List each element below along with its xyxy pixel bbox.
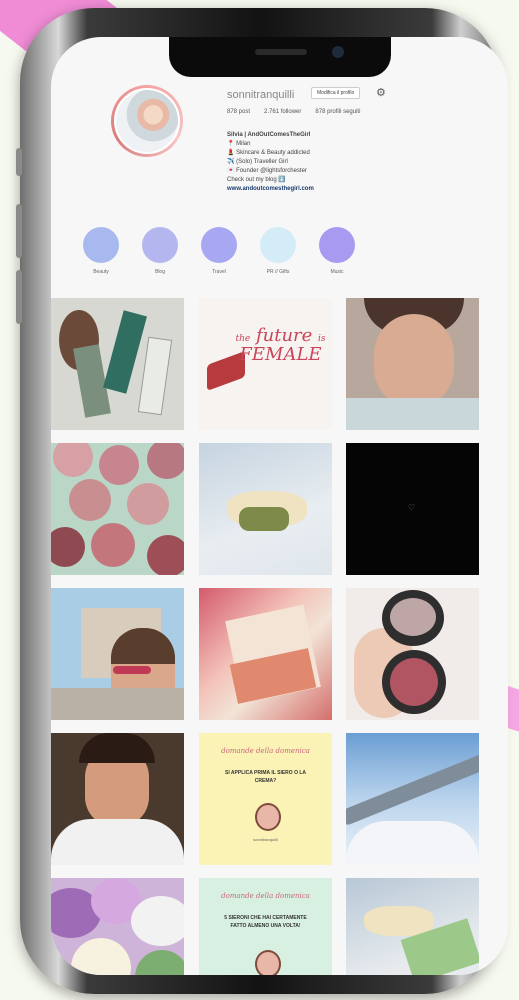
future-word-future: future [255, 325, 313, 346]
post-quiz-serums[interactable]: domande della domenica 5 SIERONI CHE HAI… [199, 878, 332, 975]
highlight-circle [201, 227, 237, 263]
future-word-female: FEMALE [239, 344, 322, 365]
post-quiz-serum-cream[interactable]: domande della domenica SI APPLICA PRIMA … [199, 733, 332, 865]
speaker-icon [255, 49, 307, 55]
highlight-label: Travel [212, 269, 226, 275]
post-skincare-tubes[interactable] [51, 298, 184, 430]
highlight-label: Beauty [93, 269, 109, 275]
post-rome-selfie[interactable] [51, 588, 184, 720]
volume-up-button [16, 204, 22, 258]
highlight-circle [319, 227, 355, 263]
phone-screen: sonnitranquilli Modifica il profilo ⚙ 87… [51, 37, 508, 975]
post-airplane-wing[interactable] [346, 733, 479, 865]
profile-username: sonnitranquilli [227, 89, 295, 101]
follower-count[interactable]: 2.761 follower [264, 109, 301, 115]
future-word-the: the [235, 334, 251, 344]
post-future-female[interactable]: the future is FEMALE [199, 298, 332, 430]
camera-icon [332, 46, 344, 58]
bio-line: Check out my blog ⬇️ [227, 177, 286, 183]
bio-line: ✈️ (Solo) Traveller Girl [227, 159, 288, 165]
highlight-label: Music [330, 269, 344, 275]
avatar-image [114, 88, 180, 154]
highlight-pr-gifts[interactable]: PR // Gifts [248, 227, 308, 275]
post-flowers-pocket-green[interactable] [346, 878, 479, 975]
highlight-label: Blog [154, 269, 165, 275]
post-flower-bouquet[interactable] [51, 878, 184, 975]
notch [169, 37, 391, 77]
phone-frame: sonnitranquilli Modifica il profilo ⚙ 87… [16, 8, 508, 994]
post-pink-box[interactable] [199, 588, 332, 720]
post-black-heart[interactable]: ♡ [346, 443, 479, 575]
bio-line: 💄 Skincare & Beauty addicted [227, 150, 310, 156]
bio-name: Silvia | AndOutComesTheGirl [227, 132, 311, 138]
quiz-title: domande della domenica [221, 892, 310, 900]
highlight-blog[interactable]: Blog [130, 227, 190, 275]
post-selfie-tshirt[interactable] [51, 733, 184, 865]
highlight-travel[interactable]: Travel [189, 227, 249, 275]
heart-icon: ♡ [408, 503, 416, 512]
post-blush-compact[interactable] [346, 588, 479, 720]
bio-line: 📍 Milan [227, 141, 251, 147]
profile-stats: 878 post 2.761 follower 878 profili segu… [227, 109, 360, 115]
profile-bio: Silvia | AndOutComesTheGirl 📍 Milan 💄 Sk… [227, 131, 314, 194]
highlight-music[interactable]: Music [307, 227, 367, 275]
future-word-is: is [318, 334, 326, 344]
highlight-circle [260, 227, 296, 263]
following-count[interactable]: 878 profili seguiti [315, 109, 360, 115]
post-selfie-winking[interactable] [346, 298, 479, 430]
post-count: 878 post [227, 109, 251, 115]
bio-website-link[interactable]: www.andoutcomesthegirl.com [227, 185, 314, 194]
quiz-question: SI APPLICA PRIMA IL SIERO O LA CREMA? [224, 770, 307, 784]
mute-switch [16, 148, 22, 176]
highlight-beauty[interactable]: Beauty [71, 227, 131, 275]
quiz-handle: sonnitranquilli [253, 837, 278, 842]
highlight-label: PR // Gifts [266, 269, 290, 275]
bio-line: 💌 Founder @lightsforchester [227, 168, 307, 174]
highlight-circle [142, 227, 178, 263]
post-flowers-jeans[interactable] [199, 443, 332, 575]
avatar[interactable] [111, 85, 183, 157]
edit-profile-button[interactable]: Modifica il profilo [311, 87, 361, 99]
volume-down-button [16, 270, 22, 324]
quiz-title: domande della domenica [221, 747, 310, 755]
quiz-question: 5 SIERONI CHE HAI CERTAMENTE FATTO ALMEN… [224, 915, 307, 929]
settings-gear-icon[interactable]: ⚙ [376, 86, 386, 99]
post-eyeshadow-palette[interactable] [51, 443, 184, 575]
highlight-circle [83, 227, 119, 263]
